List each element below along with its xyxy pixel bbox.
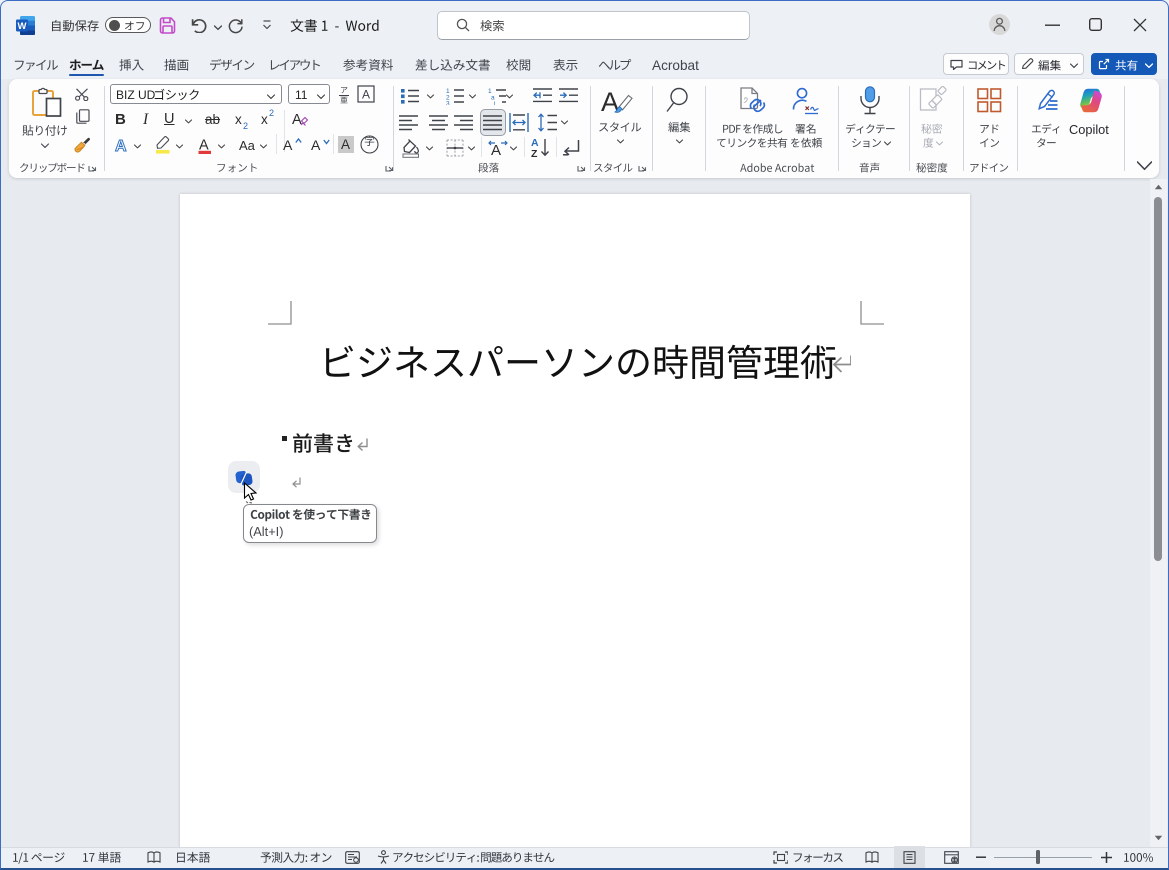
svg-text:A: A: [491, 142, 501, 157]
svg-text:A: A: [115, 138, 127, 154]
svg-text:Z: Z: [531, 148, 538, 158]
svg-text:3: 3: [446, 101, 450, 106]
svg-text:W: W: [18, 21, 27, 32]
svg-text:A: A: [362, 88, 370, 102]
svg-text:A: A: [292, 112, 302, 128]
svg-text:i: i: [494, 101, 495, 106]
